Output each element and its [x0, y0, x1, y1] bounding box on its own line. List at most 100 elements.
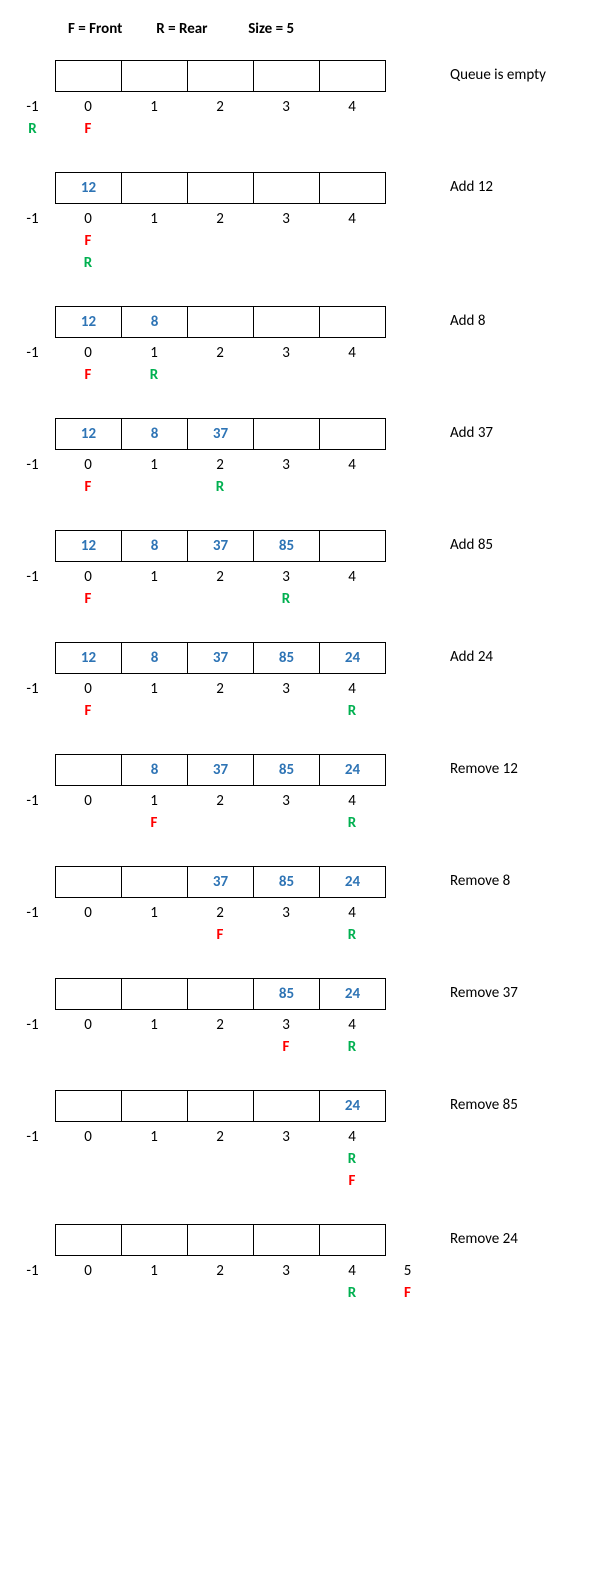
pointer-slot	[10, 254, 55, 272]
rear-pointer: R	[319, 1150, 385, 1168]
queue-cell	[56, 1225, 122, 1255]
pre-index: -1	[10, 568, 55, 586]
state-caption: Queue is empty	[450, 66, 546, 84]
pointer-slot	[187, 590, 253, 608]
front-pointer: F	[319, 1172, 385, 1190]
pointer-slot	[253, 814, 319, 832]
index-label: 0	[55, 680, 121, 698]
pointer-slot	[121, 232, 187, 250]
pointer-slot	[253, 1284, 319, 1302]
pointer-slot	[55, 1150, 121, 1168]
index-label: 4	[319, 1128, 385, 1146]
index-label: 3	[253, 792, 319, 810]
pre-index: -1	[10, 1262, 55, 1280]
index-label: 1	[121, 680, 187, 698]
index-label: 1	[121, 1128, 187, 1146]
queue-state: Add 3712837-101234FR	[10, 418, 582, 496]
front-pointer: F	[55, 478, 121, 496]
pointer-slot	[253, 254, 319, 272]
pointer-slot	[10, 478, 55, 496]
index-label: 4	[319, 1016, 385, 1034]
index-label: 2	[187, 1262, 253, 1280]
pre-index: -1	[10, 680, 55, 698]
pointer-slot	[10, 590, 55, 608]
queue-cell	[254, 419, 320, 449]
legend-front: F = Front	[68, 20, 122, 38]
queue-cell	[320, 61, 385, 91]
index-label: 2	[187, 568, 253, 586]
queue-cell	[56, 61, 122, 91]
queue-cell	[254, 307, 320, 337]
pointer-slot	[187, 120, 253, 138]
state-caption: Remove 37	[450, 984, 518, 1002]
queue-cell	[56, 979, 122, 1009]
queue-cell: 8	[122, 419, 188, 449]
queue-cell: 85	[254, 979, 320, 1009]
index-label: 4	[319, 904, 385, 922]
state-caption: Remove 12	[450, 760, 518, 778]
queue-cell: 37	[188, 867, 254, 897]
pointer-slot	[121, 926, 187, 944]
queue-state: Remove 378524-101234FR	[10, 978, 582, 1056]
front-pointer: F	[55, 366, 121, 384]
rear-pointer: R	[319, 702, 385, 720]
queue-cell	[122, 1225, 188, 1255]
rear-pointer: R	[121, 366, 187, 384]
pointer-slot	[121, 1150, 187, 1168]
index-label: 0	[55, 344, 121, 362]
queue-cell: 8	[122, 307, 188, 337]
pre-index: -1	[10, 1128, 55, 1146]
rear-pointer: R	[55, 254, 121, 272]
queue-diagram: F = Front R = Rear Size = 5 Queue is emp…	[0, 0, 592, 1366]
pointer-slot	[187, 1172, 253, 1190]
queue-cell: 37	[188, 419, 254, 449]
pre-index: -1	[10, 344, 55, 362]
pointer-slot	[55, 926, 121, 944]
queue-cell: 8	[122, 531, 188, 561]
queue-state: Add 24128378524-101234FR	[10, 642, 582, 720]
state-caption: Add 12	[450, 178, 493, 196]
state-caption: Add 24	[450, 648, 493, 666]
queue-cell	[56, 755, 122, 785]
queue-array: 128378524	[55, 642, 386, 674]
pointer-slot	[253, 366, 319, 384]
index-label: 3	[253, 1128, 319, 1146]
index-label: 3	[253, 344, 319, 362]
index-label: 0	[55, 792, 121, 810]
index-label: 1	[121, 1262, 187, 1280]
pointer-slot	[10, 1038, 55, 1056]
rear-pointer: R	[319, 926, 385, 944]
queue-cell: 37	[188, 643, 254, 673]
pointer-slot	[55, 814, 121, 832]
index-label: 4	[319, 1262, 385, 1280]
queue-array: 8524	[55, 978, 386, 1010]
index-label: 3	[253, 1016, 319, 1034]
queue-cell	[122, 979, 188, 1009]
queue-cell	[188, 173, 254, 203]
pre-index: -1	[10, 1016, 55, 1034]
index-label: 3	[253, 210, 319, 228]
pointer-slot	[187, 1150, 253, 1168]
state-caption: Remove 85	[450, 1096, 518, 1114]
pointer-slot	[10, 926, 55, 944]
queue-cell	[320, 307, 385, 337]
queue-array: 24	[55, 1090, 386, 1122]
pointer-slot	[187, 232, 253, 250]
index-label: 3	[253, 98, 319, 116]
index-label: 2	[187, 344, 253, 362]
queue-cell: 24	[320, 979, 385, 1009]
index-label: 2	[187, 456, 253, 474]
queue-cell: 12	[56, 173, 122, 203]
pointer-slot	[187, 1038, 253, 1056]
front-pointer: F	[187, 926, 253, 944]
front-pointer: F	[55, 120, 121, 138]
pointer-slot	[121, 478, 187, 496]
pointer-slot	[121, 120, 187, 138]
index-label: 3	[253, 680, 319, 698]
rear-pointer: R	[319, 1284, 385, 1302]
state-caption: Remove 8	[450, 872, 510, 890]
pre-index: -1	[10, 456, 55, 474]
queue-cell	[122, 1091, 188, 1121]
queue-cell	[254, 1091, 320, 1121]
queue-cell: 85	[254, 867, 320, 897]
